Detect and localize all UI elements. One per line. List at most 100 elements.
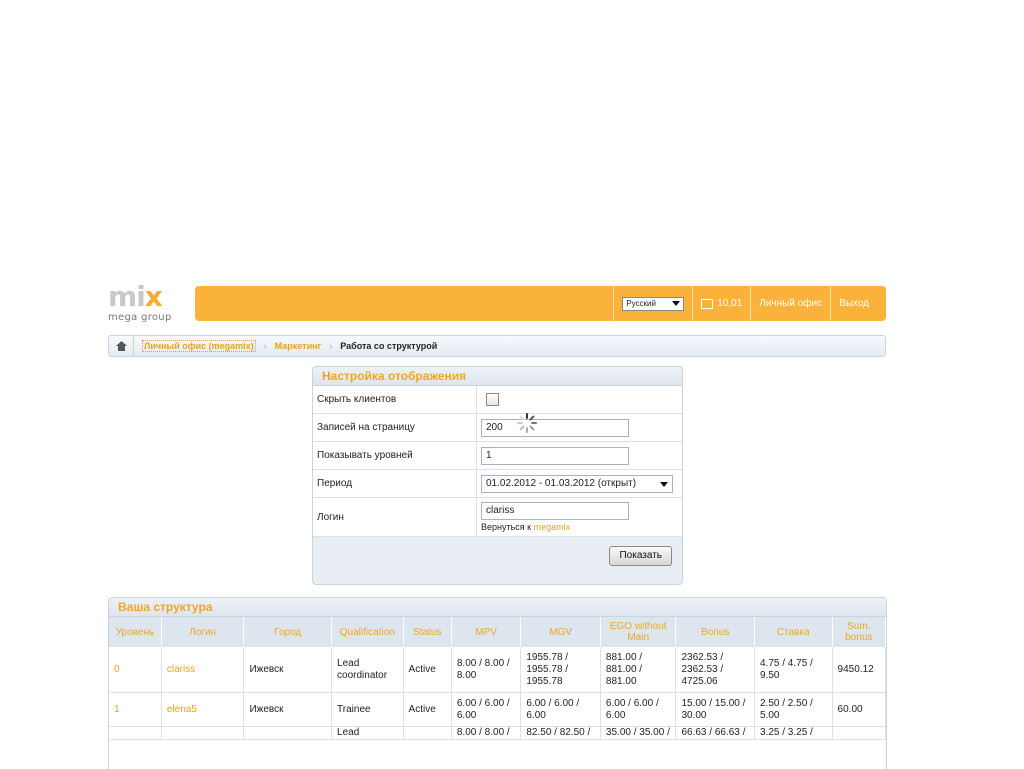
language-cell: Русский	[613, 286, 692, 321]
login-label: Логин	[313, 497, 477, 537]
show-button[interactable]: Показать	[609, 546, 672, 566]
balance-value: 10,01	[717, 298, 743, 309]
home-button[interactable]	[109, 336, 134, 356]
cell-mgv: 6.00 / 6.00 / 6.00	[520, 692, 601, 727]
logo[interactable]: m i x mega group	[108, 281, 178, 327]
logo-mark: m i x	[108, 281, 178, 311]
cell-rate: 2.50 / 2.50 / 5.00	[754, 692, 833, 727]
column-header[interactable]: EGO without Main	[600, 617, 677, 647]
cell-ego: 881.00 / 881.00 / 881.00	[600, 647, 677, 693]
hide-clients-label: Скрыть клиентов	[313, 386, 477, 414]
display-settings-panel: Настройка отображения Скрыть клиентов За…	[312, 366, 683, 585]
column-header[interactable]: Ставка	[754, 617, 833, 647]
cell-city: Ижевск	[243, 647, 333, 693]
back-link[interactable]: megamix	[534, 522, 571, 532]
structure-header-row: Уровень Логин Город Qualification Status…	[109, 617, 886, 647]
cell-level: 0	[109, 647, 162, 693]
logout-link[interactable]: Выход	[830, 286, 886, 321]
settings-footer: Показать	[313, 537, 682, 575]
breadcrumb-marketing[interactable]: Маркетинг	[267, 341, 330, 351]
period-label: Период	[313, 469, 477, 498]
cell-city	[243, 726, 333, 740]
cell-mpv: 8.00 / 8.00 /	[451, 726, 522, 740]
structure-title: Ваша структура	[109, 598, 886, 617]
per-page-input[interactable]: 200	[481, 418, 629, 437]
settings-row-login: Логин clariss Вернуться к megamix	[313, 497, 682, 537]
column-header[interactable]: Sum. bonus	[832, 617, 886, 647]
hide-clients-cell	[476, 386, 682, 414]
chevron-down-icon	[660, 481, 668, 487]
cell-sum-bonus	[832, 726, 886, 740]
period-select[interactable]: 01.02.2012 - 01.03.2012 (открыт)	[481, 474, 673, 493]
logo-letter-i: i	[136, 280, 146, 313]
chevron-down-icon	[672, 301, 681, 306]
cell-mpv: 8.00 / 8.00 / 8.00	[451, 647, 522, 693]
loading-spinner-icon	[517, 413, 537, 433]
top-bar-menu: Русский 10,01 Личный офис Выход	[613, 286, 886, 321]
cell-rate: 4.75 / 4.75 / 9.50	[754, 647, 833, 693]
cell-city: Ижевск	[243, 692, 333, 727]
cell-login-link[interactable]: clariss	[161, 647, 245, 693]
hide-clients-checkbox[interactable]	[486, 393, 499, 406]
login-cell: clariss Вернуться к megamix	[476, 497, 682, 537]
column-header[interactable]: Логин	[161, 617, 245, 647]
language-select[interactable]: Русский	[622, 296, 685, 311]
balance-cell[interactable]: 10,01	[692, 286, 750, 321]
cell-bonus: 2362.53 / 2362.53 / 4725.06	[675, 647, 755, 693]
cell-mgv: 82.50 / 82.50 /	[520, 726, 601, 740]
cell-sum-bonus: 60.00	[832, 692, 886, 727]
levels-input[interactable]: 1	[481, 446, 629, 465]
cell-bonus: 66.63 / 66.63 /	[675, 726, 755, 740]
breadcrumb-current: Работа со структурой	[340, 341, 438, 351]
levels-label: Показывать уровней	[313, 441, 477, 470]
settings-row-levels: Показывать уровней 1	[313, 441, 682, 470]
breadcrumb: Личный офис (megamix) › Маркетинг › Рабо…	[108, 335, 886, 357]
column-header[interactable]: Уровень	[109, 617, 162, 647]
cell-rate: 3.25 / 3.25 /	[754, 726, 833, 740]
back-link-row: Вернуться к megamix	[481, 522, 678, 532]
structure-panel: Ваша структура Уровень Логин Город Quali…	[108, 597, 887, 769]
cell-login-link[interactable]	[161, 726, 245, 740]
language-value: Русский	[626, 299, 656, 308]
cell-level	[109, 726, 162, 740]
per-page-label: Записей на страницу	[313, 413, 477, 442]
login-input[interactable]: clariss	[481, 502, 629, 520]
cell-qualification: Lead	[331, 726, 404, 740]
settings-form: Скрыть клиентов Записей на страницу 200 …	[313, 386, 682, 537]
column-header[interactable]: Status	[403, 617, 452, 647]
column-header[interactable]: MPV	[451, 617, 522, 647]
cell-status	[403, 726, 452, 740]
back-text: Вернуться к	[481, 522, 532, 532]
column-header[interactable]: Город	[243, 617, 333, 647]
cell-mpv: 6.00 / 6.00 / 6.00	[451, 692, 522, 727]
settings-row-per-page: Записей на страницу 200	[313, 413, 682, 442]
period-value: 01.02.2012 - 01.03.2012 (открыт)	[486, 477, 637, 489]
cell-status: Active	[403, 692, 452, 727]
wallet-icon	[701, 298, 714, 309]
breadcrumb-office[interactable]: Личный офис (megamix)	[134, 340, 264, 352]
cell-status: Active	[403, 647, 452, 693]
office-link[interactable]: Личный офис	[750, 286, 830, 321]
column-header[interactable]: MGV	[520, 617, 601, 647]
table-row: 1 elena5 Ижевск Trainee Active 6.00 / 6.…	[109, 692, 886, 727]
cell-qualification: Lead coordinator	[331, 647, 404, 693]
logo-subtitle: mega group	[108, 312, 172, 323]
column-header[interactable]: Bonus	[675, 617, 755, 647]
top-bar: Русский 10,01 Личный офис Выход	[195, 286, 886, 321]
breadcrumb-office-label: Личный офис (megamix)	[142, 340, 256, 352]
structure-table: Уровень Логин Город Qualification Status…	[109, 617, 886, 740]
cell-login-link[interactable]: elena5	[161, 692, 245, 727]
cell-sum-bonus: 9450.12	[832, 647, 886, 693]
column-header[interactable]: Qualification	[331, 617, 404, 647]
settings-row-period: Период 01.02.2012 - 01.03.2012 (открыт)	[313, 469, 682, 498]
period-cell: 01.02.2012 - 01.03.2012 (открыт)	[476, 469, 682, 498]
settings-row-hide-clients: Скрыть клиентов	[313, 386, 682, 414]
cell-mgv: 1955.78 / 1955.78 / 1955.78	[520, 647, 601, 693]
cell-qualification: Trainee	[331, 692, 404, 727]
table-row: 0 clariss Ижевск Lead coordinator Active…	[109, 647, 886, 693]
settings-title: Настройка отображения	[313, 367, 682, 386]
per-page-cell: 200	[476, 413, 682, 442]
home-icon	[115, 341, 127, 351]
cell-bonus: 15.00 / 15.00 / 30.00	[675, 692, 755, 727]
logo-letter-x: x	[144, 280, 163, 313]
